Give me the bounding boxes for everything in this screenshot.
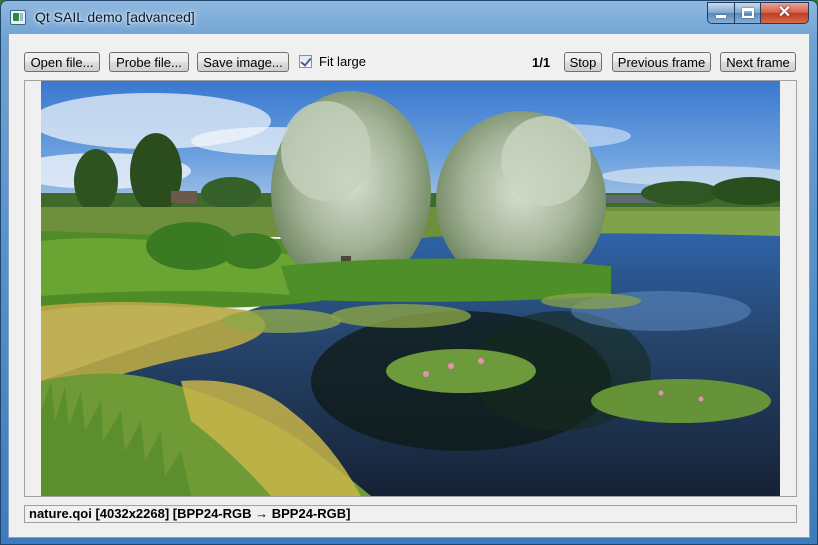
nature-photo-icon <box>41 81 780 496</box>
window-title: Qt SAIL demo [advanced] <box>35 9 195 25</box>
frame-counter: 1/1 <box>532 55 551 70</box>
open-file-button[interactable]: Open file... <box>24 52 100 72</box>
close-icon: ✕ <box>777 4 792 21</box>
fit-large-checkbox[interactable] <box>299 55 312 68</box>
title-bar[interactable]: Qt SAIL demo [advanced] ✕ <box>1 1 817 33</box>
close-button[interactable]: ✕ <box>761 2 809 24</box>
fit-large-toggle[interactable]: Fit large <box>299 54 366 69</box>
fit-large-label: Fit large <box>319 54 366 69</box>
minimize-button[interactable] <box>707 2 735 24</box>
image-viewer[interactable] <box>24 80 797 497</box>
maximize-button[interactable] <box>735 2 761 24</box>
probe-file-button[interactable]: Probe file... <box>109 52 189 72</box>
status-bar: nature.qoi [4032x2268] [BPP24-RGB → BPP2… <box>24 505 797 523</box>
app-window-icon[interactable] <box>10 10 26 25</box>
save-image-button[interactable]: Save image... <box>197 52 289 72</box>
next-frame-button[interactable]: Next frame <box>720 52 796 72</box>
minimize-icon <box>716 15 726 18</box>
maximize-icon <box>741 8 754 18</box>
client-area: Open file... Probe file... Save image...… <box>8 33 810 538</box>
previous-frame-button[interactable]: Previous frame <box>612 52 711 72</box>
image-preview <box>41 81 780 496</box>
app-window: Qt SAIL demo [advanced] ✕ Open file... P… <box>0 0 818 545</box>
stop-button[interactable]: Stop <box>564 52 602 72</box>
caption-buttons: ✕ <box>707 2 809 24</box>
toolbar: Open file... Probe file... Save image...… <box>9 34 809 80</box>
